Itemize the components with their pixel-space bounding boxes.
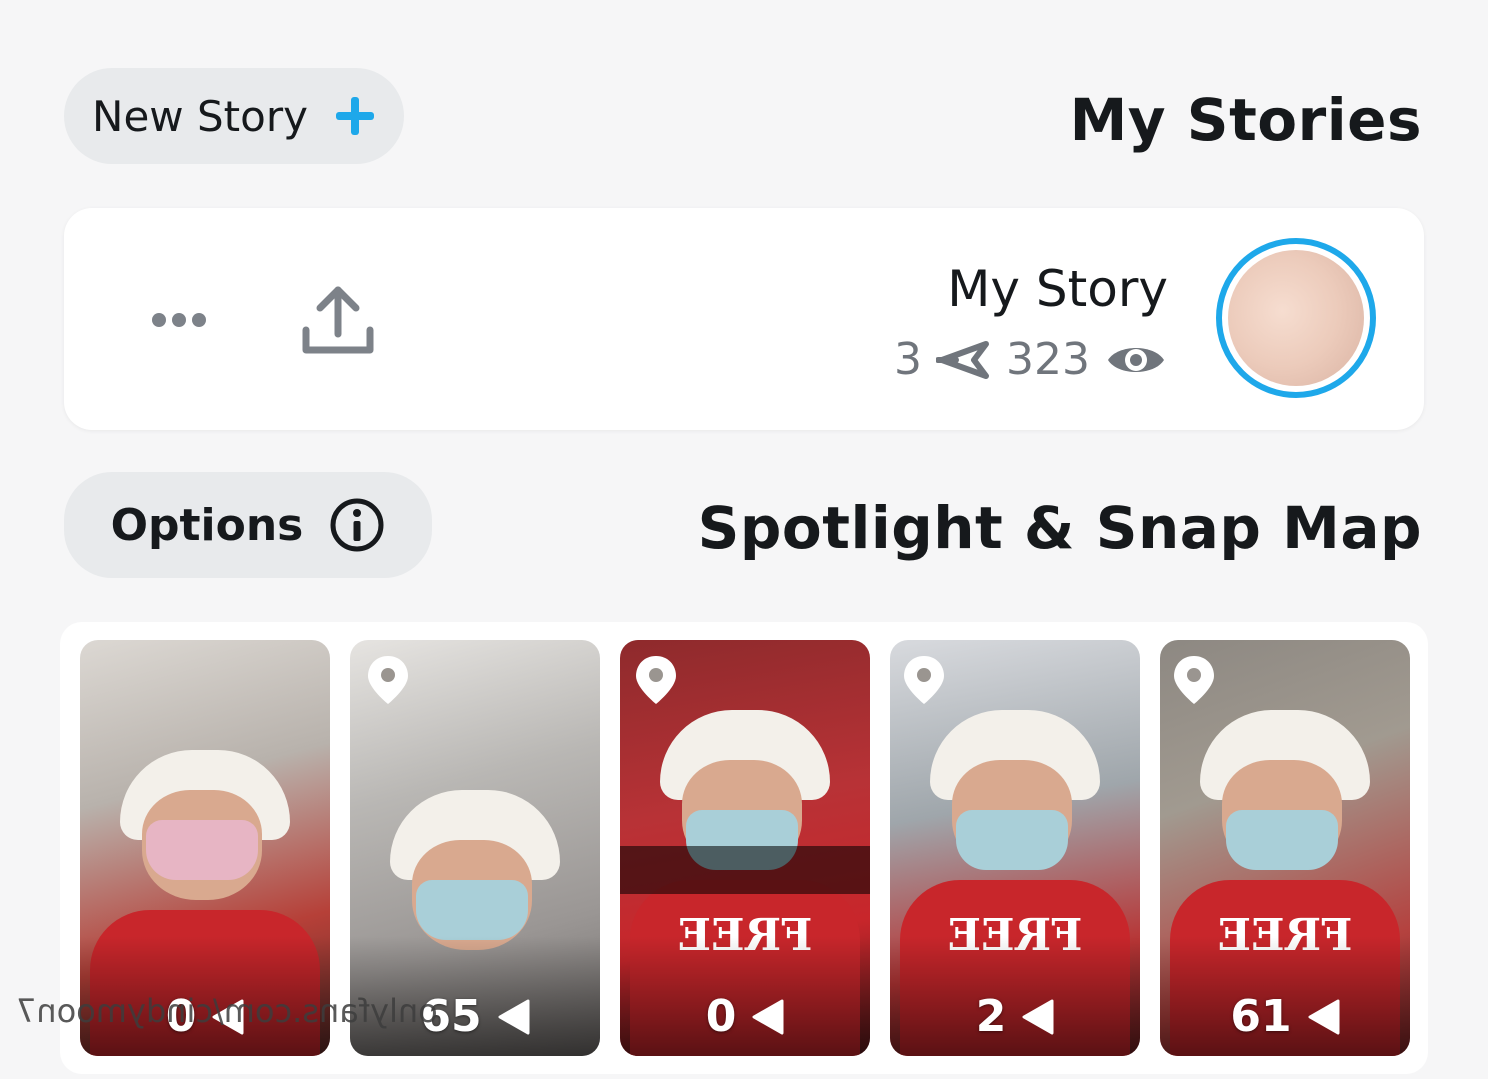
tile-view-count: 61: [1172, 991, 1398, 1042]
upload-button[interactable]: [290, 278, 386, 362]
view-count: 323: [1006, 334, 1090, 385]
location-pin-icon: [636, 656, 676, 704]
location-pin-icon: [904, 656, 944, 704]
location-pin-icon: [1174, 656, 1214, 704]
spotlight-title: Spotlight & Snap Map: [697, 494, 1422, 562]
screenshot-count: 3: [894, 334, 923, 385]
mask-shape: [146, 820, 258, 880]
more-icon: [152, 313, 206, 327]
play-icon: [752, 999, 784, 1034]
mask-shape: [1226, 810, 1338, 870]
spotlight-tile[interactable]: FREE 0: [620, 640, 870, 1056]
story-stats: 3 323: [894, 334, 1168, 385]
story-name: My Story: [947, 260, 1168, 318]
info-icon: [330, 498, 384, 552]
plus-icon: [335, 97, 374, 135]
eye-icon: [1108, 347, 1164, 372]
view-count-value: 2: [975, 991, 1007, 1042]
my-stories-title: My Stories: [1069, 86, 1422, 154]
view-count-value: 0: [705, 991, 737, 1042]
screenshot-icon: [936, 340, 990, 379]
my-story-card[interactable]: My Story 3 323: [64, 208, 1424, 430]
tile-view-count: 2: [902, 991, 1128, 1042]
new-story-button[interactable]: New Story: [64, 68, 404, 164]
play-icon: [1308, 999, 1340, 1034]
spotlight-tile[interactable]: FREE 2: [890, 640, 1140, 1056]
play-icon: [1022, 999, 1054, 1034]
play-icon: [498, 999, 530, 1034]
upload-icon: [302, 286, 374, 354]
view-count-value: 61: [1230, 991, 1292, 1042]
spotlight-tile[interactable]: FREE 61: [1160, 640, 1410, 1056]
options-label: Options: [110, 499, 304, 551]
caption-bar: [620, 846, 870, 894]
avatar: [1228, 250, 1364, 386]
new-story-label: New Story: [92, 91, 308, 141]
mask-shape: [416, 880, 528, 940]
mask-shape: [956, 810, 1068, 870]
story-avatar-ring[interactable]: [1216, 238, 1376, 398]
tile-view-count: 0: [632, 991, 858, 1042]
more-options-button[interactable]: [144, 298, 214, 342]
options-button[interactable]: Options: [64, 472, 432, 578]
location-pin-icon: [368, 656, 408, 704]
watermark-text: onlyfans.com/cindymoon7: [16, 992, 438, 1030]
